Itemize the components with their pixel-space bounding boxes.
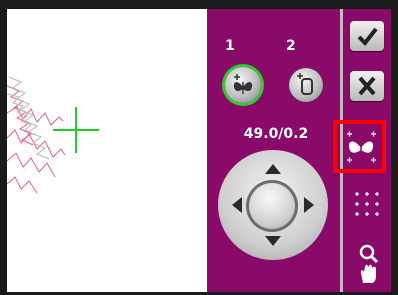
design-2-number: 2 [286, 38, 296, 54]
move-design-button[interactable] [343, 128, 380, 165]
close-button[interactable] [350, 71, 384, 101]
arrow-right-icon[interactable] [304, 197, 314, 213]
arrow-left-icon[interactable] [232, 197, 242, 213]
design-1-number: 1 [225, 38, 235, 54]
design-1-button[interactable] [225, 67, 261, 103]
butterfly-move-icon [233, 74, 253, 94]
center-grid-icon [355, 192, 379, 216]
hoop-position-icon [297, 73, 313, 95]
design-2-button[interactable] [288, 67, 324, 103]
ok-check-icon [357, 27, 378, 47]
arrow-down-icon[interactable] [265, 236, 281, 246]
position-readout: 49.0/0.2 [243, 126, 309, 142]
center-button[interactable] [246, 180, 298, 232]
screen-edge [391, 0, 398, 295]
crosshair-icon [53, 107, 99, 153]
arrow-up-icon[interactable] [265, 164, 281, 174]
zoom-pan-icon [359, 244, 379, 283]
zoom-pan-button[interactable] [355, 243, 381, 285]
embroidery-canvas[interactable] [7, 9, 207, 292]
butterfly-icon [347, 131, 376, 163]
center-grid-button[interactable] [353, 190, 381, 218]
close-x-icon [358, 76, 376, 96]
stitch-preview [7, 76, 99, 194]
ok-button[interactable] [350, 21, 384, 51]
